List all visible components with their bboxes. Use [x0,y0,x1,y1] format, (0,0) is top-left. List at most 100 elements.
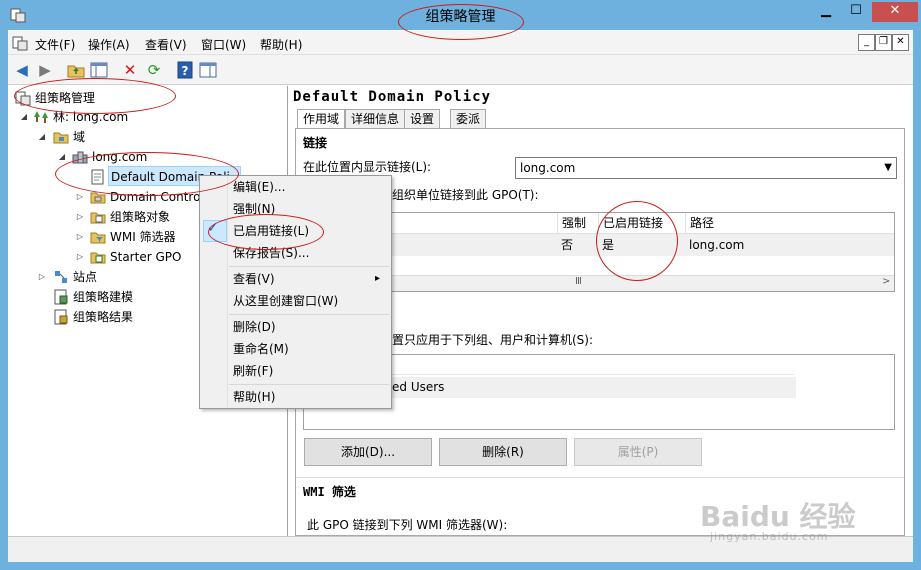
child-restore-button[interactable]: ❐ [875,34,892,51]
menu-separator [229,384,389,385]
up-folder-icon[interactable] [67,61,85,79]
tree-item-domain-controllers[interactable]: Domain Contro [110,187,200,207]
minimize-button[interactable]: ▁ [813,2,839,22]
menu-gutter-line [227,177,228,407]
expanded-arrow-icon[interactable]: ◢ [19,107,29,127]
menu-item-view[interactable]: 查看(V) [233,269,275,289]
menu-item-delete[interactable]: 删除(D) [233,317,276,337]
child-close-button[interactable]: ✕ [892,34,909,51]
menu-item-edit[interactable]: 编辑(E)... [233,177,285,197]
wmi-section-heading: WMI 筛选 [303,485,356,499]
menu-action[interactable]: 操作(A) [88,36,130,53]
forest-icon [34,111,48,123]
tree-item-starter-gpo[interactable]: Starter GPO [110,247,181,267]
column-header-path[interactable]: 路径 [685,213,714,233]
delete-icon[interactable]: ✕ [120,60,140,80]
scroll-right-arrow-icon[interactable]: > [882,276,890,287]
menu-item-rename[interactable]: 重命名(M) [233,339,289,359]
tree-item-gpo-objects[interactable]: 组策略对象 [110,207,170,227]
wmi-filter-label: 此 GPO 链接到下列 WMI 筛选器(W): [307,518,508,532]
cell-link-enabled: 是 [602,238,615,252]
tree-item-domain[interactable]: long.com [92,147,147,167]
menu-item-save-report[interactable]: 保存报告(S)... [233,243,309,263]
tab-settings[interactable]: 设置 [404,109,441,129]
console-icon[interactable] [12,35,28,51]
menu-item-link-enabled[interactable]: 已启用链接(L) [233,221,309,241]
baidu-watermark: Baidu 经验 [700,500,856,533]
gpmc-root-icon [15,91,31,106]
domain-icon [72,151,88,164]
linked-locations-label: 组织单位链接到此 GPO(T): [392,188,539,202]
back-arrow-icon[interactable]: ◀ [12,60,32,80]
menu-file[interactable]: 文件(F) [35,36,75,53]
column-header-enforced[interactable]: 强制 [557,213,586,233]
tab-scope[interactable]: 作用域 [297,109,346,130]
menu-separator [229,266,389,267]
help-icon[interactable]: ? [176,61,194,79]
check-icon: ✓ [207,220,219,236]
tree-item-wmi-filters[interactable]: WMI 筛选器 [110,227,176,247]
links-horizontal-scrollbar[interactable] [304,275,894,291]
menu-bar [8,31,913,55]
window-title: 组策略管理 [425,9,496,25]
properties-button[interactable]: 属性(P) [574,438,702,466]
menu-item-new-window[interactable]: 从这里创建窗口(W) [233,291,338,311]
tab-details[interactable]: 详细信息 [345,109,406,129]
starter-gpo-folder-icon [90,252,106,264]
tree-item-gp-modeling[interactable]: 组策略建模 [73,287,133,307]
properties-pane-icon[interactable] [199,61,217,79]
modeling-icon [54,289,68,305]
sites-icon [55,271,67,283]
security-filtering-label: 置只应用于下列组、用户和计算机(S): [392,333,594,347]
add-button[interactable]: 添加(D)... [304,438,432,466]
menu-item-refresh[interactable]: 刷新(F) [233,361,273,381]
tree-item-gp-results[interactable]: 组策略结果 [73,307,133,327]
expanded-arrow-icon[interactable]: ◢ [57,147,67,167]
menu-separator [229,314,389,315]
remove-button[interactable]: 删除(R) [439,438,567,466]
svg-text:?: ? [182,64,189,78]
collapsed-arrow-icon[interactable]: ▷ [75,247,85,267]
show-links-label: 在此位置内显示链接(L): [303,160,432,174]
submenu-arrow-icon: ▸ [375,273,381,284]
domains-folder-icon [53,132,69,144]
gpo-title: Default Domain Policy [293,89,492,105]
collapsed-arrow-icon[interactable]: ▷ [75,207,85,227]
child-minimize-button[interactable]: _ [858,34,875,51]
menu-item-help[interactable]: 帮助(H) [233,387,275,407]
menu-window[interactable]: 窗口(W) [201,36,246,53]
menu-view[interactable]: 查看(V) [145,36,187,53]
tree-item-forest[interactable]: 林: long.com [53,107,128,127]
tree-item-sites[interactable]: 站点 [73,267,97,287]
wmi-folder-icon [90,232,106,244]
ou-folder-icon [90,192,106,204]
collapsed-arrow-icon[interactable]: ▷ [75,187,85,207]
chevron-down-icon: ▼ [884,162,892,173]
close-button[interactable]: ✕ [872,2,918,22]
tab-delegation[interactable]: 委派 [450,109,487,129]
tree-item-domains[interactable]: 域 [73,127,85,147]
list-item-label: ed Users [392,380,445,394]
results-icon [54,309,68,325]
gpo-link-icon [91,169,104,185]
menu-item-enforce[interactable]: 强制(N) [233,199,275,219]
cell-path: long.com [689,238,745,252]
gpo-folder-icon [90,212,106,224]
show-hide-tree-icon[interactable] [90,61,108,79]
collapsed-arrow-icon[interactable]: ▷ [75,227,85,247]
list-header-row [392,355,794,375]
refresh-icon[interactable]: ⟳ [144,60,164,80]
show-links-dropdown[interactable]: long.com ▼ [515,157,897,179]
list-item[interactable] [392,377,796,398]
table-row[interactable] [392,234,894,256]
maximize-button[interactable]: ☐ [843,2,869,22]
forward-arrow-icon[interactable]: ▶ [35,60,55,80]
menu-help[interactable]: 帮助(H) [260,36,302,53]
links-section-heading: 链接 [303,136,328,150]
collapsed-arrow-icon[interactable]: ▷ [37,267,47,287]
tree-item-gpmc-root[interactable]: 组策略管理 [35,88,95,108]
column-header-link-enabled[interactable]: 已启用链接 [598,213,663,233]
scroll-thumb-grip[interactable]: Ⅲ [575,276,582,287]
watermark-url: jingyan.baidu.com [710,530,829,543]
expanded-arrow-icon[interactable]: ◢ [37,127,47,147]
